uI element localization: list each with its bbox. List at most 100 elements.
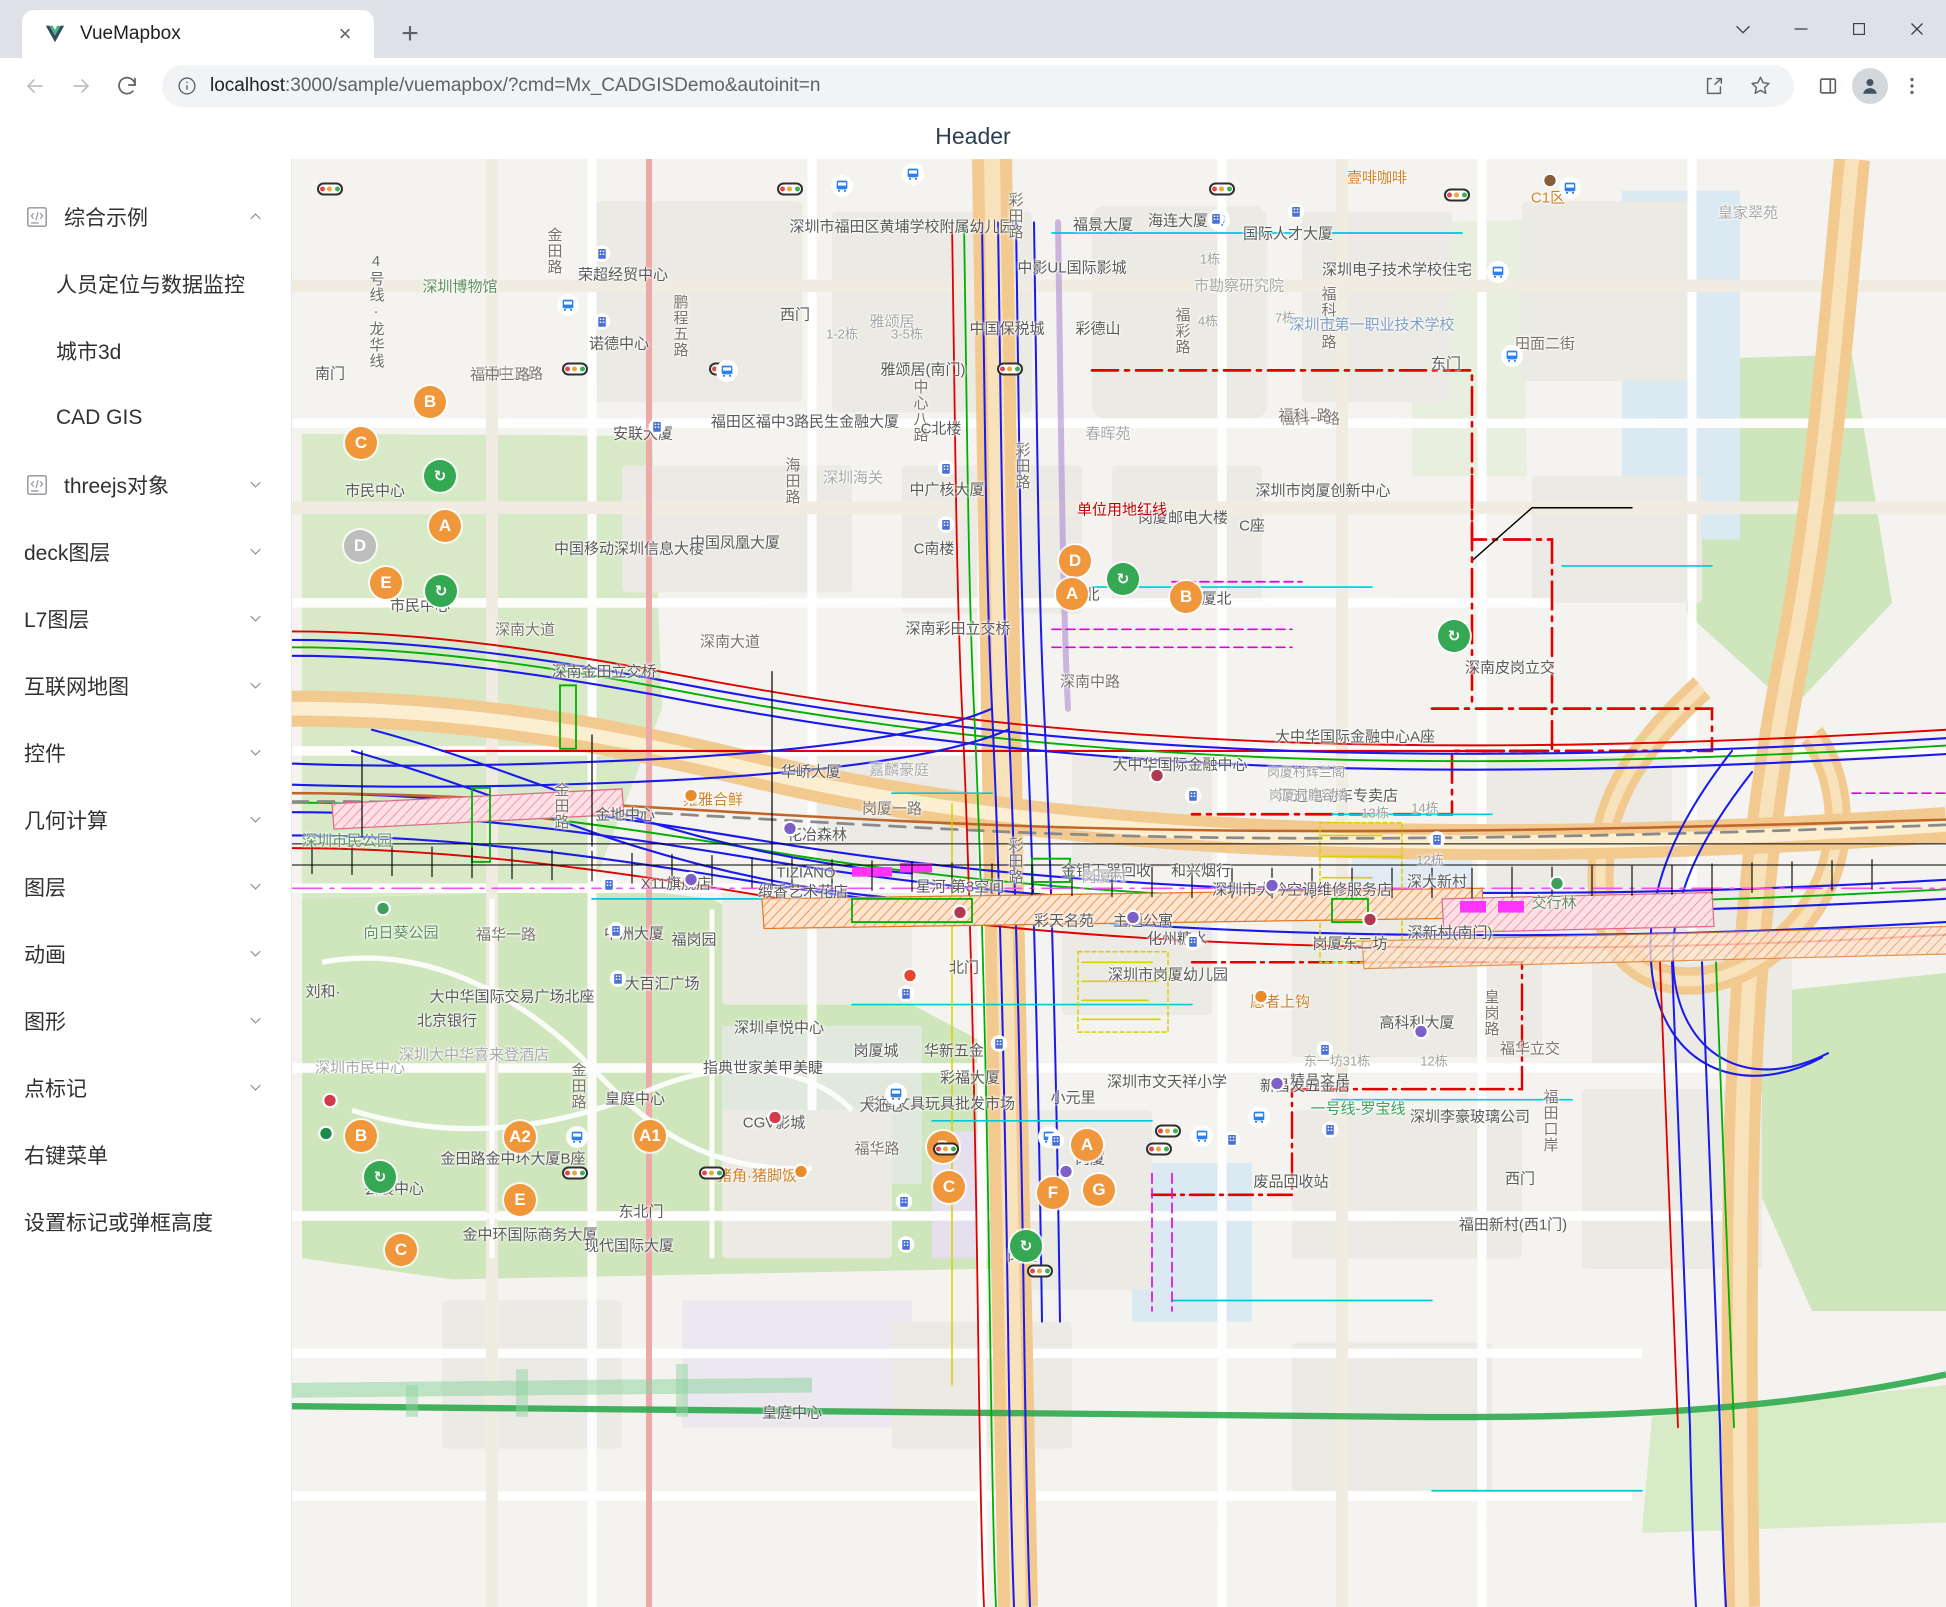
map-marker-badge[interactable]: F [1037,1177,1069,1209]
sidebar-item-label: 图形 [24,1010,66,1034]
minimize-button[interactable] [1772,0,1830,58]
map-marker-badge[interactable]: B [345,1120,377,1152]
map-marker-badge[interactable]: D [344,530,376,562]
sidebar-group-threejs[interactable]: threejs对象 [0,451,291,518]
map-marker-badge[interactable]: C [345,427,377,459]
info-circle-icon[interactable] [176,75,198,97]
map-marker-badge[interactable]: A [1071,1129,1103,1161]
sidebar-item-label: L7图层 [24,608,90,632]
bus-stop-icon [1487,261,1509,283]
map-svg [292,159,1946,1607]
sidebar-item-cad-gis[interactable]: CAD GIS [0,384,291,451]
chevron-down-icon[interactable] [246,676,265,695]
sidebar-item-marker-popup-height[interactable]: 设置标记或弹框高度 [0,1188,291,1255]
sidebar-item-label: deck图层 [24,541,111,565]
chevron-down-icon[interactable] [246,1078,265,1097]
sidebar-item-controls[interactable]: 控件 [0,719,291,786]
chevron-down-icon[interactable] [246,542,265,561]
bookmark-star-icon[interactable] [1740,66,1780,106]
traffic-light-icon [997,362,1023,376]
metro-station-icon[interactable]: ↻ [1438,620,1470,652]
map-viewport[interactable]: 深圳博物馆 4号线·龙华线 南门 金田路 荣超经贸中心 诺德中心 鹏程五路 福中三路 深圳市福田… [292,159,1946,1607]
sidebar-item-personnel-tracking[interactable]: 人员定位与数据监控 [0,250,291,317]
browser-tab[interactable]: VueMapbox × [22,10,374,58]
sidebar-item-deck-layers[interactable]: deck图层 [0,518,291,585]
map-marker-badge[interactable]: A1 [634,1120,666,1152]
map-marker-badge[interactable]: G [1083,1174,1115,1206]
sidebar-group-comprehensive[interactable]: 综合示例 [0,183,291,250]
sidebar-item-label: 右键菜单 [24,1144,108,1168]
bus-stop-icon [831,175,853,197]
traffic-light-icon [317,182,343,196]
page-title: Header [0,114,1946,159]
chevron-down-icon[interactable] [246,944,265,963]
code-document-icon [24,204,50,230]
close-tab-button[interactable]: × [330,19,360,49]
sidebar-item-label: 点标记 [24,1077,87,1101]
chevron-down-icon[interactable] [246,743,265,762]
forward-arrow-icon[interactable] [60,65,102,107]
sidebar-item-label: 图层 [24,876,66,900]
sidebar-item-l7-layers[interactable]: L7图层 [0,585,291,652]
map-marker-badge[interactable]: C [385,1234,417,1266]
traffic-light-icon [933,1142,959,1156]
traffic-light-icon [1146,1142,1172,1156]
sidebar-item-point-markers[interactable]: 点标记 [0,1054,291,1121]
bus-stop-icon [1208,209,1230,231]
sidebar-item-label: 互联网地图 [24,675,129,699]
map-marker-badge[interactable]: B [1170,581,1202,613]
metro-station-icon[interactable]: ↻ [425,575,457,607]
side-panel-icon[interactable] [1808,66,1848,106]
chevron-down-icon[interactable] [246,475,265,494]
map-marker-badge[interactable]: A [429,510,461,542]
sidebar-item-geometry-calc[interactable]: 几何计算 [0,786,291,853]
map-base-layer [292,159,1946,1607]
map-marker-badge[interactable]: A2 [504,1121,536,1153]
sidebar-group-label: threejs对象 [64,474,170,498]
sidebar-item-label: 动画 [24,943,66,967]
traffic-light-icon [1209,182,1235,196]
browser-window: VueMapbox × + localhost:3000/sample/vuem… [0,0,1946,1607]
sidebar-item-layers[interactable]: 图层 [0,853,291,920]
sidebar-item-label: 控件 [24,742,66,766]
map-marker-badge[interactable]: E [370,567,402,599]
map-marker-badge[interactable]: E [504,1184,536,1216]
chevron-up-icon[interactable] [246,207,265,226]
bus-stop-icon [716,360,738,382]
url-text[interactable]: localhost:3000/sample/vuemapbox/?cmd=Mx_… [210,75,1682,97]
vue-logo-icon [45,25,65,43]
sidebar-item-city-3d[interactable]: 城市3d [0,317,291,384]
sidebar-item-label: 几何计算 [24,809,108,833]
metro-station-icon[interactable]: ↻ [1107,563,1139,595]
map-marker-badge[interactable]: D [1059,545,1091,577]
bus-stop-icon [557,294,579,316]
new-tab-button[interactable]: + [390,14,430,54]
share-icon[interactable] [1694,66,1734,106]
chevron-down-icon[interactable] [246,609,265,628]
map-marker-badge[interactable]: A [1056,578,1088,610]
close-window-button[interactable] [1888,0,1946,58]
chevron-down-icon[interactable] [246,877,265,896]
sidebar-item-animation[interactable]: 动画 [0,920,291,987]
tab-search-button[interactable] [1714,0,1772,58]
metro-station-icon[interactable]: ↻ [364,1161,396,1193]
profile-avatar-icon[interactable] [1852,67,1888,104]
sidebar-item-context-menu[interactable]: 右键菜单 [0,1121,291,1188]
metro-station-icon[interactable]: ↻ [1010,1230,1042,1262]
maximize-button[interactable] [1830,0,1888,58]
chrome-menu-icon[interactable] [1892,66,1932,106]
map-marker-badge[interactable]: B [414,386,446,418]
back-arrow-icon[interactable] [14,65,56,107]
chevron-down-icon[interactable] [246,1011,265,1030]
reload-icon[interactable] [106,65,148,107]
bus-stop-icon [1248,1106,1270,1128]
map-marker-badge[interactable]: C [933,1171,965,1203]
bus-stop-icon [885,1083,907,1105]
metro-station-icon[interactable]: ↻ [424,460,456,492]
window-controls [1714,0,1946,58]
address-bar[interactable]: localhost:3000/sample/vuemapbox/?cmd=Mx_… [162,64,1794,107]
sidebar-item-internet-maps[interactable]: 互联网地图 [0,652,291,719]
chevron-down-icon[interactable] [246,810,265,829]
bus-stop-icon [1191,1125,1213,1147]
sidebar-item-shapes[interactable]: 图形 [0,987,291,1054]
